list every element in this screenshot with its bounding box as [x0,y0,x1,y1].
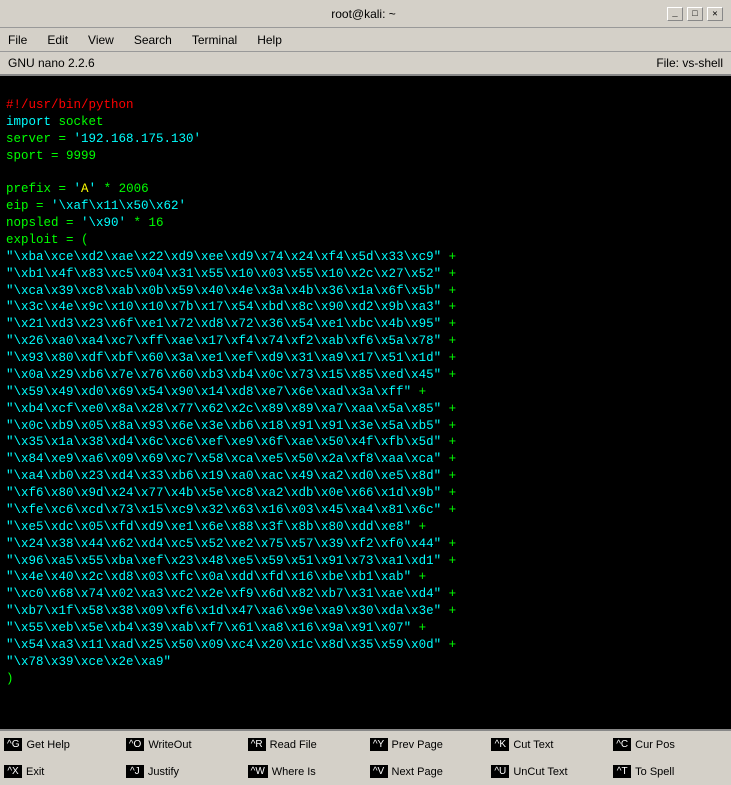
shortcut-key-cut-text: ^K [491,738,509,751]
shortcut-to-spell[interactable]: ^T To Spell [609,758,731,785]
minimize-button[interactable]: _ [667,7,683,21]
shortcut-exit[interactable]: ^X Exit [0,758,122,785]
shortcut-key-writeout: ^O [126,738,144,751]
nano-version: GNU nano 2.2.6 [8,56,95,70]
shortcut-justify[interactable]: ^J Justify [122,758,244,785]
shortcut-writeout[interactable]: ^O WriteOut [122,731,244,758]
shortcut-key-next-page: ^V [370,765,388,778]
shortcut-read-file[interactable]: ^R Read File [244,731,366,758]
menu-edit[interactable]: Edit [43,31,72,49]
shortcut-label-cur-pos: Cur Pos [635,739,675,751]
shortcut-key-uncut-text: ^U [491,765,509,778]
shortcut-get-help[interactable]: ^G Get Help [0,731,122,758]
shortcut-key-to-spell: ^T [613,765,631,778]
shortcut-label-where-is: Where Is [272,766,316,778]
shortcut-uncut-text[interactable]: ^U UnCut Text [487,758,609,785]
shortcut-key-exit: ^X [4,765,22,778]
menu-view[interactable]: View [84,31,118,49]
shortcut-key-read-file: ^R [248,738,266,751]
shortcut-label-prev-page: Prev Page [392,739,443,751]
titlebar-title: root@kali: ~ [60,7,667,21]
shortcut-label-writeout: WriteOut [148,739,191,751]
titlebar: root@kali: ~ _ □ ✕ [0,0,731,28]
menu-help[interactable]: Help [253,31,286,49]
shortcut-key-prev-page: ^Y [370,738,388,751]
shortcut-label-cut-text: Cut Text [513,739,553,751]
shortcut-key-cur-pos: ^C [613,738,631,751]
shortcut-key-get-help: ^G [4,738,22,751]
shortcut-prev-page[interactable]: ^Y Prev Page [366,731,488,758]
shortcut-label-exit: Exit [26,766,44,778]
shortcut-key-justify: ^J [126,765,144,778]
nano-filename: File: vs-shell [656,56,723,70]
menu-terminal[interactable]: Terminal [188,31,241,49]
menu-search[interactable]: Search [130,31,176,49]
shortcut-label-uncut-text: UnCut Text [513,766,567,778]
nano-header: GNU nano 2.2.6 File: vs-shell [0,52,731,76]
shortcut-label-read-file: Read File [270,739,317,751]
menu-file[interactable]: File [4,31,31,49]
titlebar-controls[interactable]: _ □ ✕ [667,7,723,21]
editor-area[interactable]: #!/usr/bin/python import socket server =… [0,76,731,729]
shortcut-label-get-help: Get Help [26,739,69,751]
shortcut-cut-text[interactable]: ^K Cut Text [487,731,609,758]
menubar: File Edit View Search Terminal Help [0,28,731,52]
shortcut-label-next-page: Next Page [392,766,443,778]
shortcut-cur-pos[interactable]: ^C Cur Pos [609,731,731,758]
shortcuts-bar: ^G Get Help ^O WriteOut ^R Read File ^Y … [0,729,731,785]
shortcut-next-page[interactable]: ^V Next Page [366,758,488,785]
shortcut-key-where-is: ^W [248,765,268,778]
maximize-button[interactable]: □ [687,7,703,21]
close-button[interactable]: ✕ [707,7,723,21]
shortcut-label-justify: Justify [148,766,179,778]
shortcut-where-is[interactable]: ^W Where Is [244,758,366,785]
shortcut-label-to-spell: To Spell [635,766,674,778]
